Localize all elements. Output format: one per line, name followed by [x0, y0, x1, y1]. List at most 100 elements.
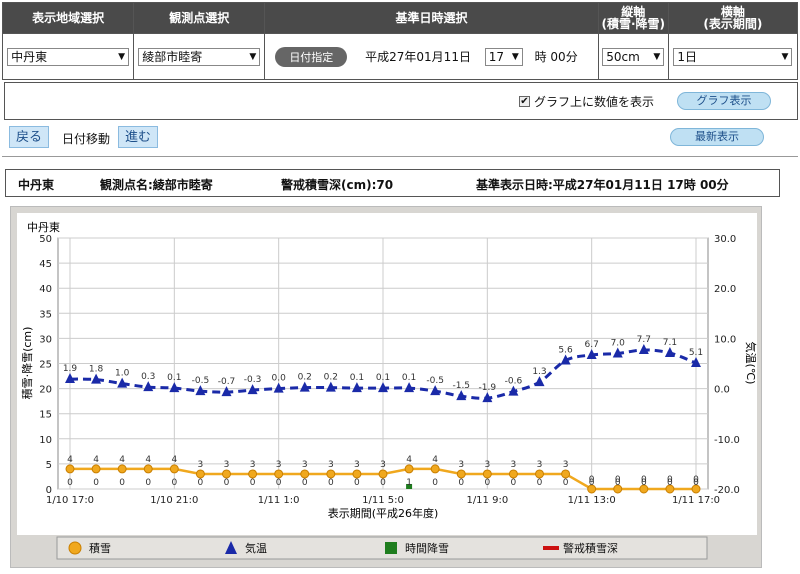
x-tick-label: 1/11 9:0	[466, 495, 508, 506]
temperature-label: -0.6	[505, 377, 523, 387]
x-tick-label: 1/11 1:0	[258, 495, 300, 506]
snow-depth-point	[65, 464, 75, 474]
hourly-snowfall-label: 0	[224, 478, 230, 488]
left-tick-label: 5	[46, 460, 52, 471]
snow-depth-label: 3	[380, 460, 386, 470]
show-values-checkbox[interactable]: ✔	[519, 93, 530, 107]
forward-button[interactable]: 進む	[118, 126, 159, 148]
chevron-down-icon: ▼	[118, 51, 126, 62]
right-tick-label: 30.0	[714, 234, 736, 245]
snow-depth-label: 3	[302, 460, 308, 470]
temperature-label: 5.6	[558, 345, 573, 355]
snow-depth-point	[222, 469, 231, 479]
xaxis-select[interactable]: 1日 ▼	[673, 47, 793, 66]
snow-depth-label: 3	[511, 460, 517, 470]
station-cell: 綾部市睦寄 ▼	[133, 33, 266, 80]
hourly-snowfall-label: 0	[250, 478, 256, 488]
divider	[2, 156, 798, 157]
right-axis-label: 気温(℃)	[744, 342, 758, 385]
yaxis-select[interactable]: 50cm ▼	[602, 47, 665, 66]
snow-depth-label: 4	[145, 455, 151, 465]
info-warning-depth: 警戒積雪深(cm):70	[281, 178, 394, 192]
hourly-snowfall-label: 0	[302, 478, 308, 488]
hourly-snowfall-label: 0	[667, 478, 673, 488]
temperature-label: 1.9	[63, 364, 78, 374]
temperature-label: -0.5	[426, 376, 444, 386]
snow-depth-label: 4	[406, 455, 412, 465]
snow-depth-label: 3	[250, 460, 256, 470]
temperature-label: 0.1	[167, 373, 181, 383]
hourly-snowfall-label: 0	[484, 478, 490, 488]
right-tick-label: 10.0	[714, 334, 736, 345]
date-picker-button[interactable]: 日付指定	[275, 46, 348, 67]
snow-depth-label: 3	[484, 460, 490, 470]
hourly-snowfall-label: 0	[432, 478, 438, 488]
hourly-snowfall-label: 0	[563, 478, 569, 488]
left-tick-label: 40	[39, 284, 52, 295]
left-tick-label: 20	[39, 385, 52, 396]
hourly-snowfall-label: 0	[145, 478, 151, 488]
temperature-label: 6.7	[585, 340, 599, 350]
left-tick-label: 15	[39, 410, 52, 421]
snow-depth-label: 3	[354, 460, 360, 470]
temperature-label: 0.2	[298, 373, 312, 383]
graph-display-button[interactable]: グラフ表示	[677, 92, 771, 110]
station-select[interactable]: 綾部市睦寄 ▼	[138, 47, 261, 66]
hourly-snowfall-label: 0	[93, 478, 99, 488]
right-tick-label: 0.0	[714, 385, 730, 396]
legend-snow-depth-icon	[68, 541, 82, 555]
snow-depth-label: 3	[458, 460, 464, 470]
hourly-snowfall-label: 0	[67, 478, 73, 488]
temperature-label: 7.0	[611, 338, 626, 348]
hourly-snowfall-label: 0	[354, 478, 360, 488]
temperature-label: 5.1	[689, 348, 703, 358]
temperature-label: 0.2	[324, 373, 338, 383]
selection-table: 表示地域選択 観測点選択 基準日時選択 縦軸 (積雪·降雪) 横軸 (表示期間) 中…	[1, 2, 799, 80]
snow-depth-point	[169, 464, 179, 474]
snow-depth-label: 3	[537, 460, 543, 470]
snow-depth-point	[91, 464, 101, 474]
info-station: 観測点名:綾部市睦寄	[100, 178, 213, 192]
snow-depth-point	[535, 469, 544, 479]
chevron-down-icon: ▼	[249, 51, 257, 62]
snow-depth-point	[300, 469, 310, 479]
snow-depth-label: 3	[328, 460, 334, 470]
x-tick-label: 1/10 17:0	[46, 495, 94, 506]
snow-depth-label: 3	[198, 460, 204, 470]
hourly-snowfall-label: 0	[589, 478, 595, 488]
region-header: 表示地域選択	[1, 2, 135, 34]
left-tick-label: 30	[39, 334, 52, 345]
hourly-snowfall-label: 0	[511, 478, 517, 488]
hourly-snowfall-label: 0	[537, 478, 543, 488]
snow-depth-label: 3	[276, 460, 282, 470]
snow-depth-point	[117, 464, 127, 474]
chart-area: 中丹東 0 5 10 15 20 25 30 35 40 45 50 -20.0 -10.0 0.0 10.…	[10, 206, 762, 568]
temperature-label: 1.3	[532, 367, 546, 377]
datetime-cell: 日付指定 平成27年01月11日 17 ▼ 時 00分	[264, 33, 599, 80]
region-select[interactable]: 中丹東 ▼	[7, 47, 130, 66]
snow-depth-point	[430, 464, 440, 474]
temperature-label: 0.0	[272, 374, 287, 384]
x-axis-label: 表示期間(平成26年度)	[328, 506, 439, 520]
date-move-label: 日付移動	[62, 132, 111, 146]
hour-select[interactable]: 17 ▼	[484, 47, 523, 66]
latest-display-button[interactable]: 最新表示	[670, 128, 764, 146]
hourly-snowfall-label: 0	[198, 478, 204, 488]
xaxis-cell: 1日 ▼	[667, 33, 799, 80]
chevron-down-icon: ▼	[653, 51, 661, 62]
left-tick-label: 50	[39, 234, 52, 245]
hourly-snowfall-label: 0	[380, 478, 386, 488]
snow-depth-point	[143, 464, 153, 474]
snow-depth-label: 4	[432, 455, 438, 465]
legend-label: 警戒積雪深	[563, 541, 618, 555]
x-tick-label: 1/10 21:0	[150, 495, 198, 506]
snow-depth-point	[508, 469, 518, 479]
left-tick-label: 45	[39, 259, 52, 270]
legend-hourly-snowfall-icon	[385, 542, 397, 554]
snow-depth-label: 3	[563, 460, 569, 470]
snow-depth-label: 3	[224, 460, 230, 470]
hourly-snowfall-label: 0	[276, 478, 282, 488]
legend-label: 気温	[245, 541, 267, 555]
temperature-label: 0.3	[141, 372, 155, 382]
back-button[interactable]: 戻る	[9, 126, 50, 148]
